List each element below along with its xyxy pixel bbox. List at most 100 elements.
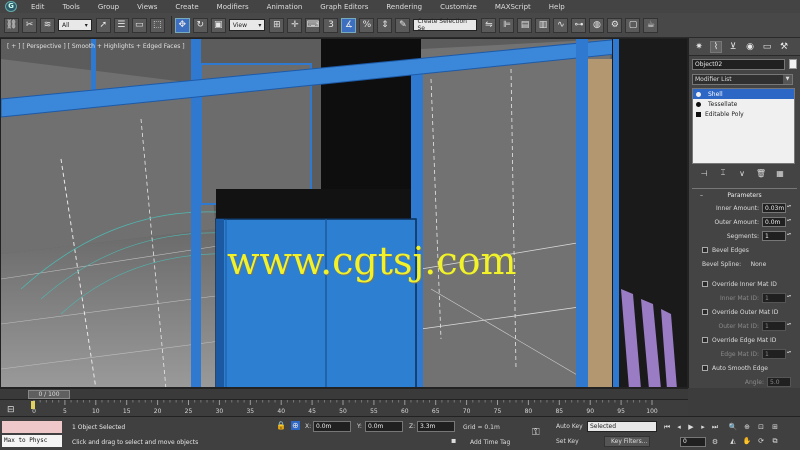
named-selection-dropdown[interactable]: Create Selection Se	[413, 18, 478, 32]
set-key-icon[interactable]: ⚿	[532, 427, 540, 438]
maxscript-mini-listener[interactable]: Max to Physc	[2, 435, 62, 447]
percent-snap-icon[interactable]: %	[359, 17, 375, 33]
spinner-arrows-icon[interactable]: ▴▾	[787, 293, 791, 303]
inner-amount-spinner[interactable]: 0.03m	[762, 203, 786, 213]
zoom-extents-icon[interactable]: ⊡	[756, 422, 766, 432]
material-editor-icon[interactable]: ◍	[589, 17, 605, 33]
hierarchy-tab-icon[interactable]: ⊻	[727, 41, 739, 53]
viewport-label[interactable]: [ + ] [ Perspective ] [ Smooth + Highlig…	[7, 43, 185, 50]
track-bar[interactable]: 0 5 10 15 20 25 30 35 40 45 50 55 60 65 70 75 80 85 90 95 10…	[0, 399, 688, 416]
reference-coord-dropdown[interactable]: View ▾	[228, 19, 266, 31]
rect-selection-icon[interactable]: ▭	[131, 17, 147, 33]
mirror-icon[interactable]: ⇋	[481, 17, 497, 33]
pin-stack-icon[interactable]: ⊣	[699, 168, 709, 178]
absolute-mode-icon[interactable]: ⊕	[291, 421, 300, 430]
bevel-spline-button[interactable]: None	[751, 261, 767, 268]
override-edge-checkbox[interactable]	[702, 337, 708, 343]
remove-modifier-icon[interactable]: 🗑	[756, 168, 766, 178]
motion-tab-icon[interactable]: ◉	[744, 41, 756, 53]
set-key-button[interactable]: Set Key	[556, 436, 579, 447]
menu-modifiers[interactable]: Modifiers	[208, 3, 258, 11]
configure-sets-icon[interactable]: ▦	[775, 168, 785, 178]
schematic-view-icon[interactable]: ⊶	[571, 17, 587, 33]
keyboard-shortcut-icon[interactable]: ⌨	[305, 17, 321, 33]
spinner-arrows-icon[interactable]: ▴▾	[787, 349, 791, 359]
spinner-snap-icon[interactable]: ⇕	[377, 17, 393, 33]
menu-tools[interactable]: Tools	[54, 3, 89, 11]
select-move-icon[interactable]: ✥	[174, 17, 190, 33]
segments-spinner[interactable]: 1	[762, 231, 786, 241]
menu-graph-editors[interactable]: Graph Editors	[311, 3, 377, 11]
display-tab-icon[interactable]: ▭	[761, 41, 773, 53]
pivot-center-icon[interactable]: ⊞	[269, 17, 285, 33]
outer-mat-spinner[interactable]: 1	[762, 321, 786, 331]
bind-space-warp-icon[interactable]: ≋	[40, 17, 55, 33]
perspective-viewport[interactable]: [ + ] [ Perspective ] [ Smooth + Highlig…	[0, 38, 688, 388]
align-icon[interactable]: ⊫	[499, 17, 515, 33]
select-manipulate-icon[interactable]: ✛	[287, 17, 303, 33]
menu-rendering[interactable]: Rendering	[377, 3, 431, 11]
unlink-icon[interactable]: ✂	[22, 17, 37, 33]
spinner-arrows-icon[interactable]: ▴▾	[787, 321, 791, 331]
utilities-tab-icon[interactable]: ⚒	[778, 41, 790, 53]
select-by-name-icon[interactable]: ☰	[113, 17, 129, 33]
zoom-extents-all-icon[interactable]: ⊞	[770, 422, 780, 432]
modifier-list-dropdown[interactable]: Modifier List ▼	[692, 73, 793, 85]
auto-smooth-row[interactable]: Auto Smooth Edge	[692, 361, 797, 375]
menu-customize[interactable]: Customize	[431, 3, 486, 11]
modify-tab-icon[interactable]: ⌇	[710, 40, 722, 53]
create-tab-icon[interactable]: ✷	[693, 41, 705, 53]
zoom-icon[interactable]: 🔍	[728, 422, 738, 432]
menu-edit[interactable]: Edit	[22, 3, 54, 11]
curve-editor-icon[interactable]: ∿	[553, 17, 569, 33]
menu-group[interactable]: Group	[89, 3, 128, 11]
menu-views[interactable]: Views	[128, 3, 166, 11]
override-edge-row[interactable]: Override Edge Mat ID	[692, 333, 797, 347]
menu-animation[interactable]: Animation	[258, 3, 312, 11]
current-frame-field[interactable]: 0	[680, 437, 706, 447]
render-production-icon[interactable]: ☕	[643, 17, 659, 33]
lock-selection-icon[interactable]: 🔒	[276, 421, 286, 430]
go-to-start-icon[interactable]: ⏮	[662, 422, 672, 432]
maxscript-listener-box[interactable]	[2, 421, 62, 433]
add-time-tag-button[interactable]: Add Time Tag	[470, 439, 510, 446]
stack-item-editable-poly[interactable]: Editable Poly	[693, 109, 794, 119]
override-inner-checkbox[interactable]	[702, 281, 708, 287]
open-mini-curve-editor-icon[interactable]: ⊟	[7, 405, 15, 415]
select-rotate-icon[interactable]: ↻	[192, 17, 208, 33]
inner-mat-spinner[interactable]: 1	[762, 293, 786, 303]
go-to-end-icon[interactable]: ⏭	[710, 422, 720, 432]
orbit-icon[interactable]: ⟳	[756, 436, 766, 446]
stack-item-tessellate[interactable]: Tessellate	[693, 99, 794, 109]
stack-item-shell[interactable]: Shell	[693, 89, 794, 99]
time-slider-track[interactable]: 0 / 100	[0, 388, 688, 399]
parameters-rollout-header[interactable]: – Parameters	[692, 189, 797, 201]
link-icon[interactable]: ⛓	[4, 17, 19, 33]
menu-maxscript[interactable]: MAXScript	[486, 3, 540, 11]
outer-amount-spinner[interactable]: 0.0m	[762, 217, 786, 227]
bevel-edges-row[interactable]: Bevel Edges	[692, 243, 797, 257]
show-end-result-icon[interactable]: ⌶	[718, 168, 728, 178]
edit-named-selection-icon[interactable]: ✎	[395, 17, 411, 33]
angle-spinner[interactable]: 5.0	[767, 377, 791, 387]
pan-icon[interactable]: ✋	[742, 436, 752, 446]
zoom-all-icon[interactable]: ⊕	[742, 422, 752, 432]
auto-smooth-checkbox[interactable]	[702, 365, 708, 371]
select-scale-icon[interactable]: ▣	[210, 17, 226, 33]
key-mode-dropdown[interactable]: Selected	[587, 421, 657, 432]
layer-manager-icon[interactable]: ▤	[517, 17, 533, 33]
override-inner-row[interactable]: Override Inner Mat ID	[692, 277, 797, 291]
modifier-stack[interactable]: Shell Tessellate Editable Poly	[692, 88, 795, 164]
spinner-arrows-icon[interactable]: ▴▾	[787, 217, 791, 227]
window-crossing-icon[interactable]: ⬚	[149, 17, 165, 33]
previous-frame-icon[interactable]: ◂	[674, 422, 684, 432]
edge-mat-spinner[interactable]: 1	[762, 349, 786, 359]
spinner-arrows-icon[interactable]: ▴▾	[787, 203, 791, 213]
make-unique-icon[interactable]: ∨	[737, 168, 747, 178]
z-coord-field[interactable]: 3.3m	[417, 421, 455, 432]
object-name-field[interactable]	[692, 58, 786, 70]
app-logo[interactable]: G	[0, 0, 22, 13]
select-object-icon[interactable]: ➚	[95, 17, 111, 33]
bevel-edges-checkbox[interactable]	[702, 247, 708, 253]
lightbulb-icon[interactable]	[696, 91, 701, 97]
